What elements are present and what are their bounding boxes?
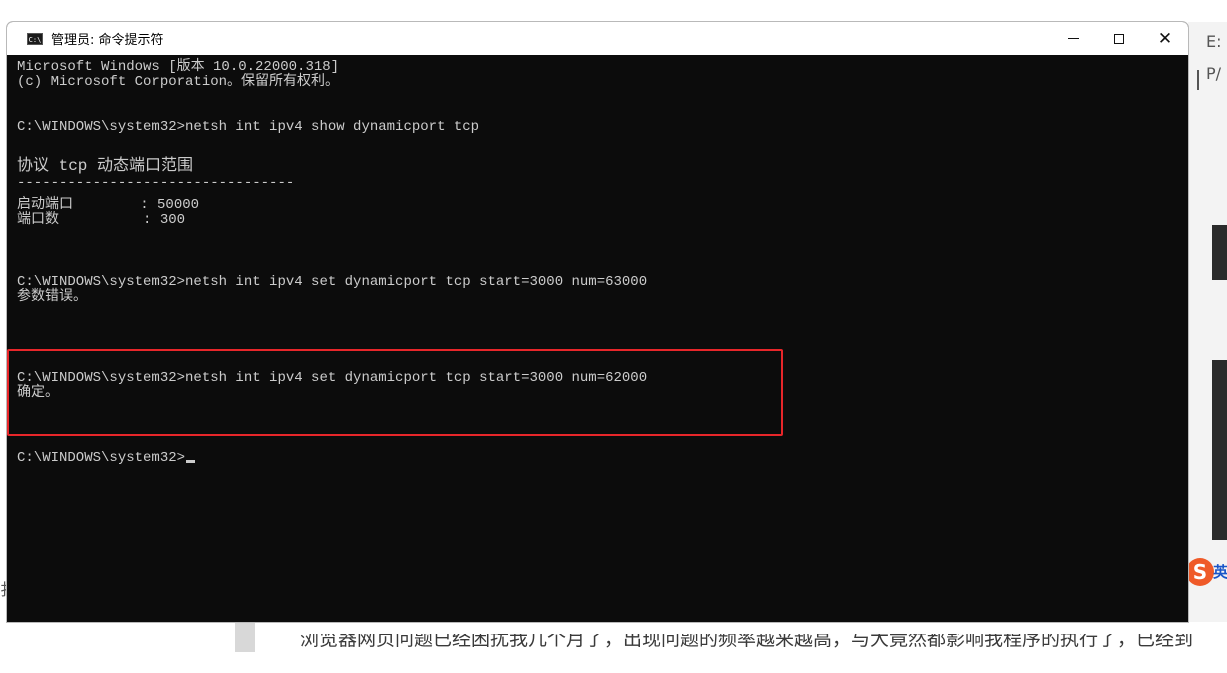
console-prompt: C:\WINDOWS\system32> [17,450,186,466]
close-button[interactable]: ✕ [1142,22,1188,55]
background-dark-block [1212,360,1227,540]
console-line: C:\WINDOWS\system32>netsh int ipv4 show … [17,119,480,135]
minimize-icon [1067,38,1079,39]
console-line: C:\WINDOWS\system32>netsh int ipv4 set d… [17,274,648,290]
console-line: Microsoft Windows [版本 10.0.22000.318] [17,59,340,75]
ime-sogou-icon[interactable]: S [1186,558,1214,586]
background-text-fragment: P/ [1206,64,1222,83]
console-line: 协议 tcp 动态端口范围 [17,157,194,175]
text-cursor [186,460,196,463]
console-prompt-line[interactable]: C:\WINDOWS\system32> [17,450,196,466]
maximize-button[interactable] [1096,22,1142,55]
command-prompt-window[interactable]: C:\ 管理员: 命令提示符 ✕ Microsoft Windows [版本 1… [7,22,1188,622]
console-scrollbar[interactable] [1173,55,1188,622]
console-line: --------------------------------- [17,175,295,191]
window-controls: ✕ [1050,22,1188,55]
console-output[interactable]: Microsoft Windows [版本 10.0.22000.318] (c… [17,57,1177,617]
close-icon: ✕ [1157,28,1173,49]
background-dark-block [1212,225,1227,280]
console-line: 端口数 : 300 [17,212,186,228]
cmd-icon: C:\ [27,32,43,45]
ime-language-indicator[interactable]: 英 [1213,561,1227,582]
minimize-button[interactable] [1050,22,1096,55]
maximize-icon [1114,33,1124,44]
background-divider [235,622,255,652]
console-line: 参数错误。 [17,289,87,305]
console-line: 启动端口 : 50000 [17,197,200,213]
window-titlebar[interactable]: C:\ 管理员: 命令提示符 ✕ [7,22,1188,55]
background-text-fragment: E: [1206,32,1222,51]
text-caret [1197,70,1199,90]
console-line: (c) Microsoft Corporation。保留所有权利。 [17,74,340,90]
window-title: 管理员: 命令提示符 [51,33,164,48]
highlight-annotation-box [7,349,783,436]
